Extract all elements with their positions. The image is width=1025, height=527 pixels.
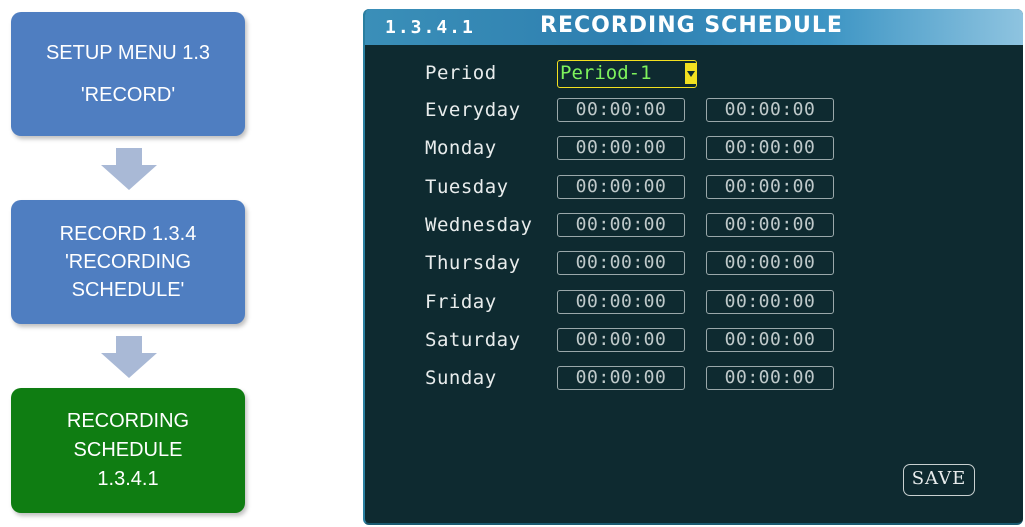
title-bar: 1.3.4.1 RECORDING SCHEDULE	[365, 9, 1023, 45]
day-label: Sunday	[425, 367, 497, 389]
day-label: Friday	[425, 291, 497, 313]
flow-step-line: RECORD 1.3.4	[59, 223, 197, 245]
period-label: Period	[425, 62, 497, 84]
chevron-down-icon[interactable]	[685, 63, 696, 84]
start-time-field[interactable]: 00:00:00	[557, 366, 685, 390]
flow-step-record: RECORD 1.3.4 'RECORDING SCHEDULE'	[11, 200, 245, 324]
end-time-field[interactable]: 00:00:00	[706, 213, 834, 237]
start-time-field[interactable]: 00:00:00	[557, 328, 685, 352]
day-label: Everyday	[425, 99, 521, 121]
down-arrow-icon	[101, 148, 157, 190]
day-label: Thursday	[425, 252, 521, 274]
day-label: Saturday	[425, 329, 521, 351]
end-time-field[interactable]: 00:00:00	[706, 366, 834, 390]
start-time-field[interactable]: 00:00:00	[557, 98, 685, 122]
end-time-field[interactable]: 00:00:00	[706, 328, 834, 352]
start-time-field[interactable]: 00:00:00	[557, 290, 685, 314]
start-time-field[interactable]: 00:00:00	[557, 136, 685, 160]
save-button[interactable]: SAVE	[903, 464, 975, 496]
menu-number: 1.3.4.1	[385, 17, 475, 38]
start-time-field[interactable]: 00:00:00	[557, 175, 685, 199]
flow-step-line: SETUP MENU 1.3	[45, 42, 211, 64]
end-time-field[interactable]: 00:00:00	[706, 98, 834, 122]
start-time-field[interactable]: 00:00:00	[557, 213, 685, 237]
flow-step-line: 'RECORD'	[80, 84, 176, 106]
day-label: Monday	[425, 137, 497, 159]
flow-step-line: RECORDING	[66, 410, 190, 432]
day-label: Tuesday	[425, 176, 509, 198]
period-select[interactable]: Period-1	[557, 60, 697, 88]
end-time-field[interactable]: 00:00:00	[706, 175, 834, 199]
flow-step-setup-menu: SETUP MENU 1.3 'RECORD'	[11, 12, 245, 136]
start-time-field[interactable]: 00:00:00	[557, 251, 685, 275]
flow-step-line: 1.3.4.1	[97, 468, 159, 490]
flow-step-recording-schedule: RECORDING SCHEDULE 1.3.4.1	[11, 388, 245, 513]
day-label: Wednesday	[425, 214, 533, 236]
end-time-field[interactable]: 00:00:00	[706, 251, 834, 275]
dvr-screen: 1.3.4.1 RECORDING SCHEDULE Period Period…	[363, 9, 1023, 525]
flow-step-line: SCHEDULE'	[71, 279, 185, 301]
period-value: Period-1	[560, 62, 652, 84]
page-title: RECORDING SCHEDULE	[540, 13, 843, 38]
flow-step-line: SCHEDULE	[73, 439, 183, 461]
end-time-field[interactable]: 00:00:00	[706, 290, 834, 314]
flow-step-line: 'RECORDING	[64, 251, 192, 273]
end-time-field[interactable]: 00:00:00	[706, 136, 834, 160]
down-arrow-icon	[101, 336, 157, 378]
